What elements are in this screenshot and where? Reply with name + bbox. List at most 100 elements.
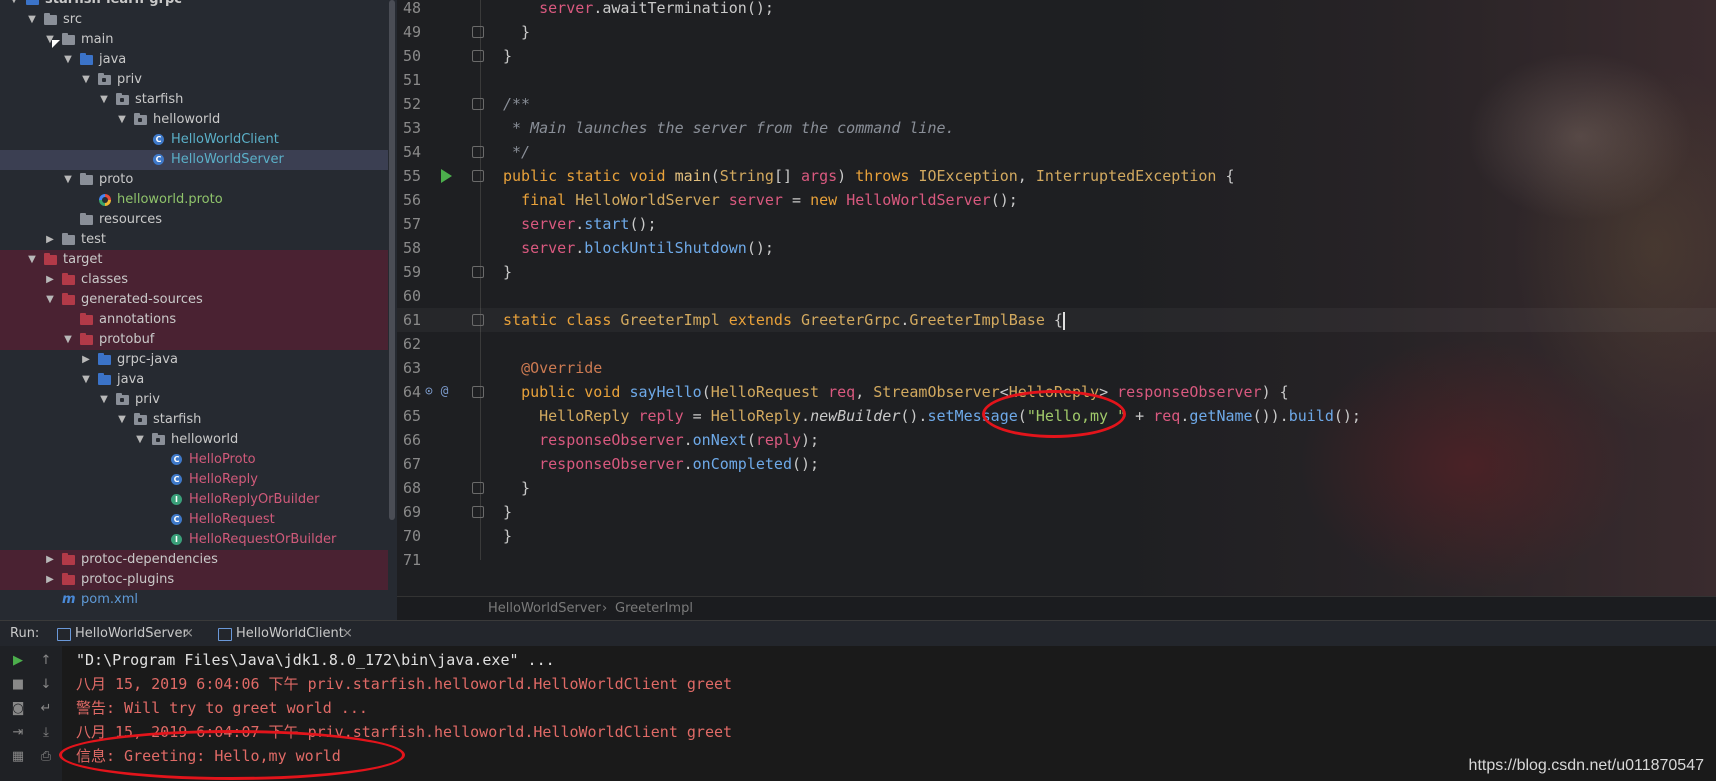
tree-item[interactable]: m pom.xml [0,590,388,610]
tree-item[interactable]: C HelloWorldServer [0,150,388,170]
code-line[interactable]: 50} [397,44,1716,68]
chevron-down-icon[interactable]: ▼ [80,70,92,90]
code-line[interactable]: 63 @Override [397,356,1716,380]
fold-icon[interactable] [472,266,484,278]
chevron-down-icon[interactable]: ▼ [116,410,128,430]
tree-item[interactable]: ▼ java [0,370,388,390]
tree-item[interactable]: ▼ starfish [0,410,388,430]
code-line[interactable]: 70} [397,524,1716,548]
fold-icon[interactable] [472,386,484,398]
login-icon[interactable]: ⇥ [8,724,28,742]
chevron-down-icon[interactable]: ▼ [80,370,92,390]
close-icon[interactable]: × [183,621,194,647]
chevron-down-icon[interactable]: ▼ [26,10,38,30]
tree-item[interactable]: ▶ protoc-dependencies [0,550,388,570]
tree-item[interactable]: ▼ starfish-learn-grpc [0,0,388,10]
code-line[interactable]: 51 [397,68,1716,92]
chevron-down-icon[interactable]: ▼ [98,90,110,110]
tree-item[interactable]: ▶ protoc-plugins [0,570,388,590]
tree-item[interactable]: ▼ proto [0,170,388,190]
tree-item[interactable]: C HelloRequest [0,510,388,530]
tree-item[interactable]: ▼ java [0,50,388,70]
tree-item[interactable]: C HelloProto [0,450,388,470]
code-line[interactable]: 59} [397,260,1716,284]
stop-icon[interactable]: ■ [8,676,28,694]
code-line[interactable]: 61 static class GreeterImpl extends Greet… [397,308,1716,332]
code-line[interactable]: 54 */ [397,140,1716,164]
fold-icon[interactable] [472,146,484,158]
code-line[interactable]: 69} [397,500,1716,524]
tree-item[interactable]: ▼ protobuf [0,330,388,350]
fold-icon[interactable] [472,314,484,326]
fold-icon[interactable] [472,50,484,62]
chevron-down-icon[interactable]: ▼ [98,390,110,410]
tree-item[interactable]: helloworld.proto [0,190,388,210]
scroll-to-end-icon[interactable]: ⤓ [36,724,56,742]
tree-item[interactable]: C HelloWorldClient [0,130,388,150]
code-line[interactable]: 48 server.awaitTermination(); [397,0,1716,20]
layout-icon[interactable]: ▦ [8,748,28,766]
code-line[interactable]: 68 } [397,476,1716,500]
code-line[interactable]: 53 * Main launches the server from the c… [397,116,1716,140]
fold-icon[interactable] [472,26,484,38]
chevron-down-icon[interactable]: ▼ [134,430,146,450]
chevron-right-icon[interactable]: ▶ [44,270,56,290]
fold-icon[interactable] [472,98,484,110]
tree-item[interactable]: ▼ priv [0,70,388,90]
code-line[interactable]: 55 public static void main(String[] args)… [397,164,1716,188]
chevron-down-icon[interactable]: ▼ [26,250,38,270]
code-line[interactable]: 67 responseObserver.onCompleted(); [397,452,1716,476]
code-line[interactable]: 71 [397,548,1716,572]
code-line[interactable]: 56 final HelloWorldServer server = new H… [397,188,1716,212]
tree-item[interactable]: ▶ test [0,230,388,250]
code-line[interactable]: 62 [397,332,1716,356]
breadcrumb-class[interactable]: HelloWorldServer [488,597,601,621]
run-gutter-icon[interactable] [441,169,452,183]
code-line[interactable]: 57 server.start(); [397,212,1716,236]
chevron-right-icon[interactable]: ▶ [80,350,92,370]
fold-icon[interactable] [472,482,484,494]
tree-item[interactable]: I HelloReplyOrBuilder [0,490,388,510]
rerun-icon[interactable]: ▶ [8,652,28,670]
chevron-down-icon[interactable]: ▼ [62,50,74,70]
soft-wrap-icon[interactable]: ↵ [36,700,56,718]
tree-item[interactable]: ▼ generated-sources [0,290,388,310]
folder-icon [80,170,96,190]
code-line[interactable]: 58 server.blockUntilShutdown(); [397,236,1716,260]
tree-item[interactable]: ▼ priv [0,390,388,410]
chevron-down-icon[interactable]: ▼ [8,0,20,10]
tree-item[interactable]: resources [0,210,388,230]
code-editor[interactable]: 48 server.awaitTermination(); 49 } 50} 51 52… [397,0,1716,596]
chevron-down-icon[interactable]: ▼ [44,290,56,310]
chevron-down-icon[interactable]: ▼ [62,170,74,190]
print-icon[interactable]: ⎙ [36,748,56,766]
override-gutter-icon[interactable]: ⊙ @ [425,380,448,404]
tree-item[interactable]: ▶ grpc-java [0,350,388,370]
tree-item[interactable]: ▼ helloworld [0,110,388,130]
tree-item[interactable]: C HelloReply [0,470,388,490]
chevron-right-icon[interactable]: ▶ [44,570,56,590]
scroll-down-icon[interactable]: ↓ [36,676,56,694]
tree-item[interactable]: ▼ target [0,250,388,270]
chevron-right-icon[interactable]: ▶ [44,230,56,250]
camera-icon[interactable]: ◙ [8,700,28,718]
tree-item[interactable]: ▶ classes [0,270,388,290]
code-line[interactable]: 49 } [397,20,1716,44]
fold-icon[interactable] [472,506,484,518]
tree-item[interactable]: ▼ helloworld [0,430,388,450]
chevron-down-icon[interactable]: ▼ [62,330,74,350]
tree-item[interactable]: annotations [0,310,388,330]
chevron-right-icon[interactable]: ▶ [44,550,56,570]
breadcrumb-inner-class[interactable]: GreeterImpl [615,597,693,621]
tree-item[interactable]: ▼ src [0,10,388,30]
fold-icon[interactable] [472,170,484,182]
tree-item[interactable]: ▼ starfish [0,90,388,110]
code-line[interactable]: 52 /** [397,92,1716,116]
code-line[interactable]: 60 [397,284,1716,308]
project-scrollbar[interactable] [389,0,395,520]
tree-item-label: HelloWorldServer [171,152,284,167]
scroll-up-icon[interactable]: ↑ [36,652,56,670]
close-icon[interactable]: × [342,621,353,647]
tree-item[interactable]: I HelloRequestOrBuilder [0,530,388,550]
chevron-down-icon[interactable]: ▼ [116,110,128,130]
